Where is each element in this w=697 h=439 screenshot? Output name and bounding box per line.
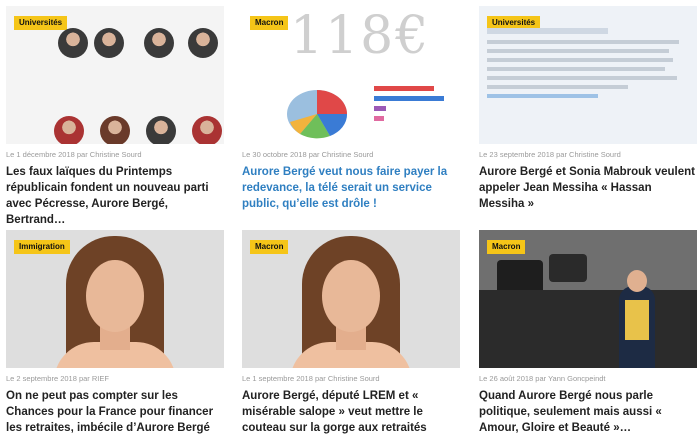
category-tag[interactable]: Macron — [250, 240, 289, 254]
article-card: 118€ Macron Le 30 octobre 2018 par Chris… — [242, 6, 460, 212]
tweet-screenshot — [487, 28, 689, 98]
crowd-graphic — [479, 290, 697, 368]
article-title[interactable]: On ne peut pas compter sur les Chances p… — [6, 388, 224, 436]
article-meta: Le 26 août 2018 par Yann Goncpeindt — [479, 374, 606, 383]
portrait-avatar — [144, 28, 174, 58]
category-tag[interactable]: Macron — [250, 16, 289, 30]
article-title[interactable]: Les faux laïques du Printemps républicai… — [6, 164, 224, 228]
article-title[interactable]: Aurore Bergé et Sonia Mabrouk veulent ap… — [479, 164, 697, 212]
article-card: Macron Le 26 août 2018 par Yann Goncpein… — [479, 230, 697, 436]
portrait-avatar — [192, 116, 222, 144]
pie-chart-graphic — [287, 90, 348, 139]
article-card: Macron Le 1 septembre 2018 par Christine… — [242, 230, 460, 436]
portrait-avatar — [146, 116, 176, 144]
portrait-image — [322, 260, 380, 332]
article-thumbnail[interactable]: Macron — [242, 230, 460, 368]
category-tag[interactable]: Immigration — [14, 240, 70, 254]
category-tag[interactable]: Universités — [14, 16, 68, 30]
article-meta: Le 23 septembre 2018 par Christine Sourd — [479, 150, 621, 159]
category-tag[interactable]: Macron — [487, 240, 526, 254]
camera-graphic — [497, 260, 543, 294]
article-thumbnail[interactable]: Macron — [479, 230, 697, 368]
person-graphic — [625, 300, 649, 340]
article-thumbnail[interactable]: Immigration — [6, 230, 224, 368]
article-title[interactable]: Aurore Bergé veut nous faire payer la re… — [242, 164, 460, 212]
article-meta: Le 30 octobre 2018 par Christine Sourd — [242, 150, 374, 159]
article-grid: Universités Le 1 décembre 2018 par Chris… — [0, 0, 697, 439]
article-meta: Le 1 septembre 2018 par Christine Sourd — [242, 374, 380, 383]
portrait-avatar — [94, 28, 124, 58]
person-graphic — [627, 270, 647, 292]
portrait-avatar — [58, 28, 88, 58]
portrait-avatar — [100, 116, 130, 144]
chart-bar — [374, 116, 384, 121]
article-meta: Le 1 décembre 2018 par Christine Sourd — [6, 150, 142, 159]
portrait-avatar — [54, 116, 84, 144]
article-card: Immigration Le 2 septembre 2018 par RIEF… — [6, 230, 224, 436]
chart-bar — [374, 96, 444, 101]
article-card: Universités Le 1 décembre 2018 par Chris… — [6, 6, 224, 228]
portrait-avatar — [188, 28, 218, 58]
price-headline: 118€ — [290, 6, 431, 66]
article-title[interactable]: Aurore Bergé, député LREM et « misérable… — [242, 388, 460, 436]
chart-bar — [374, 106, 386, 111]
portrait-image — [86, 260, 144, 332]
article-thumbnail[interactable]: Universités — [6, 6, 224, 144]
camera-graphic — [549, 254, 587, 282]
article-thumbnail[interactable]: 118€ Macron — [242, 6, 460, 144]
chart-bar — [374, 86, 434, 91]
article-thumbnail[interactable]: Universités — [479, 6, 697, 144]
article-card: Universités Le 23 septembre 2018 par Chr… — [479, 6, 697, 212]
article-title[interactable]: Quand Aurore Bergé nous parle politique,… — [479, 388, 697, 436]
article-meta: Le 2 septembre 2018 par RIEF — [6, 374, 109, 383]
